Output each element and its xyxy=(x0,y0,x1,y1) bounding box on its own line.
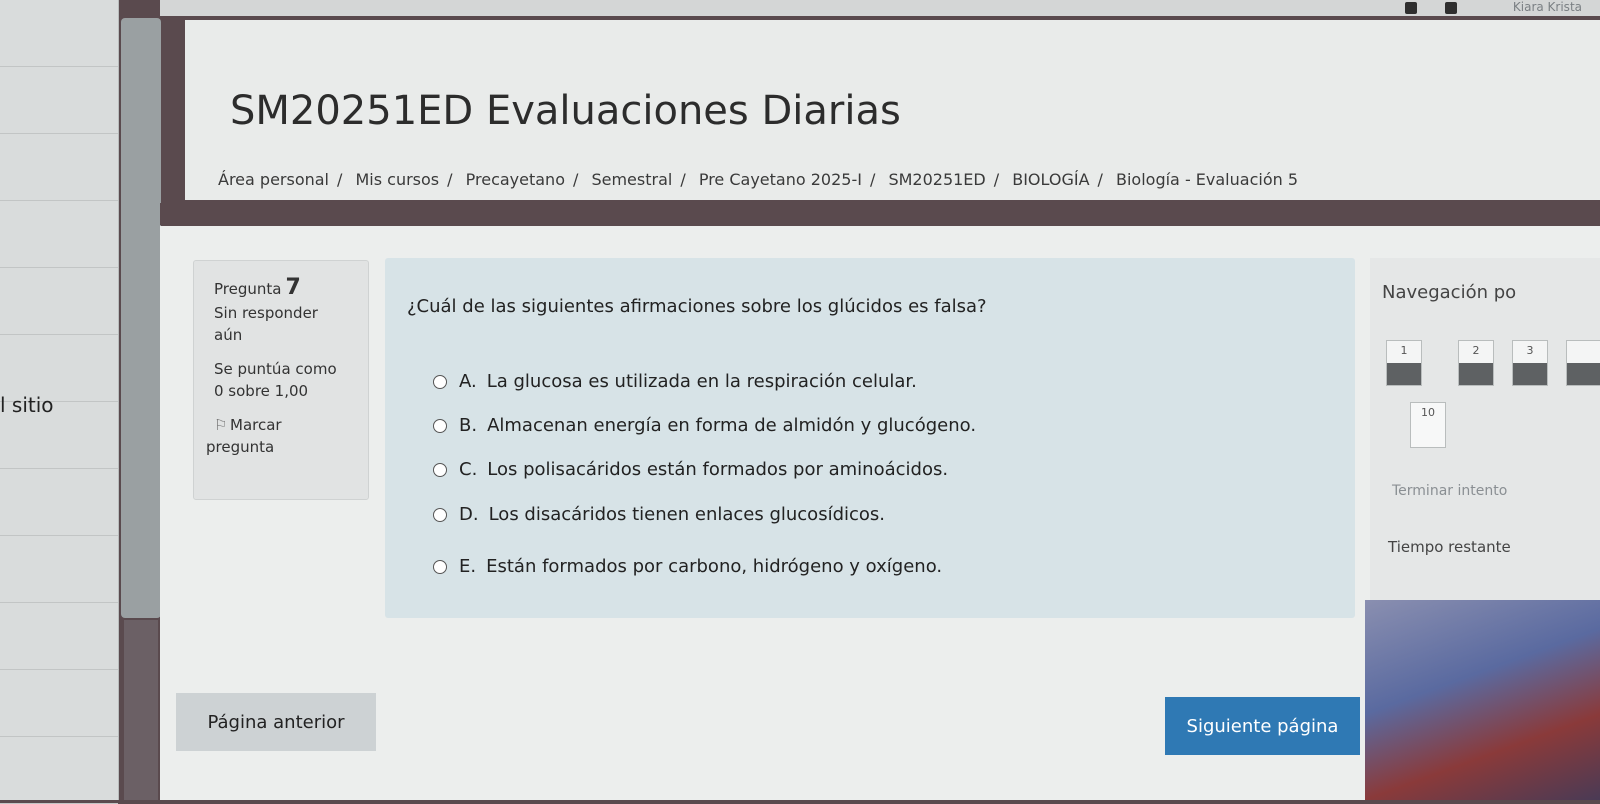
page-title: SM20251ED Evaluaciones Diarias xyxy=(230,88,901,134)
breadcrumb-item[interactable]: Mis cursos xyxy=(355,170,439,189)
breadcrumb-item[interactable]: Semestral xyxy=(591,170,672,189)
breadcrumb-item[interactable]: Biología - Evaluación 5 xyxy=(1116,170,1298,189)
drawer-row[interactable] xyxy=(0,67,118,134)
nav-question-button[interactable]: 3 xyxy=(1512,340,1548,386)
answer-option[interactable]: B. Almacenan energía en forma de almidón… xyxy=(433,415,976,436)
header-divider xyxy=(160,203,1600,225)
drawer-row[interactable] xyxy=(0,268,118,335)
breadcrumb-item[interactable]: BIOLOGÍA xyxy=(1012,170,1089,189)
breadcrumb-item[interactable]: Área personal xyxy=(218,170,329,189)
question-score: Se puntúa como xyxy=(214,360,337,378)
question-status: Sin responder xyxy=(214,304,318,322)
answer-option[interactable]: C. Los polisacáridos están formados por … xyxy=(433,459,948,480)
drawer-row[interactable] xyxy=(0,536,118,603)
drawer-row[interactable] xyxy=(0,737,118,804)
question-status: aún xyxy=(214,326,243,344)
answer-option[interactable]: D. Los disacáridos tienen enlaces glucos… xyxy=(433,504,885,525)
left-drawer: l sitio xyxy=(0,0,119,804)
radio-button[interactable] xyxy=(433,559,447,574)
question-text: ¿Cuál de las siguientes afirmaciones sob… xyxy=(407,296,987,317)
flag-question-link[interactable]: pregunta xyxy=(206,438,368,456)
nav-question-button[interactable]: 10 xyxy=(1410,402,1446,448)
user-menu[interactable]: Kiara Krista xyxy=(1513,0,1582,14)
drawer-scrollbar[interactable] xyxy=(121,18,161,618)
breadcrumb-item[interactable]: Precayetano xyxy=(466,170,565,189)
finish-attempt-link[interactable]: Terminar intento xyxy=(1392,483,1507,499)
message-icon[interactable] xyxy=(1445,2,1457,14)
nav-question-button[interactable] xyxy=(1566,340,1600,386)
radio-button[interactable] xyxy=(433,507,447,522)
page-header: SM20251ED Evaluaciones Diarias Área pers… xyxy=(185,20,1600,200)
radio-button[interactable] xyxy=(433,418,447,433)
quiz-navigation-panel: Navegación po 1 2 3 10 Terminar intento … xyxy=(1370,258,1600,618)
next-page-button[interactable]: Siguiente página xyxy=(1165,697,1360,755)
flag-question-link[interactable]: ⚐ Marcar xyxy=(214,416,368,434)
drawer-scroll-track xyxy=(124,620,158,800)
answer-option[interactable]: A. La glucosa es utilizada en la respira… xyxy=(433,371,917,392)
question-info-panel: Pregunta 7 Sin responder aún Se puntúa co… xyxy=(193,260,369,500)
top-navbar: Kiara Krista xyxy=(160,0,1600,16)
drawer-row[interactable] xyxy=(0,469,118,536)
background-image xyxy=(1365,600,1600,800)
drawer-row[interactable] xyxy=(0,603,118,670)
question-box: ¿Cuál de las siguientes afirmaciones sob… xyxy=(385,258,1355,618)
drawer-row[interactable] xyxy=(0,0,118,67)
breadcrumb: Área personal / Mis cursos / Precayetano / … xyxy=(218,170,1299,189)
time-left-label: Tiempo restante xyxy=(1388,538,1511,556)
flag-icon: ⚐ xyxy=(214,416,228,434)
drawer-site-label[interactable]: l sitio xyxy=(0,393,54,417)
question-number: Pregunta 7 xyxy=(214,275,301,300)
answer-option[interactable]: E. Están formados por carbono, hidrógeno… xyxy=(433,556,942,577)
radio-button[interactable] xyxy=(433,374,447,389)
radio-button[interactable] xyxy=(433,462,447,477)
previous-page-button[interactable]: Página anterior xyxy=(176,693,376,751)
nav-question-button[interactable]: 1 xyxy=(1386,340,1422,386)
breadcrumb-item[interactable]: Pre Cayetano 2025-I xyxy=(699,170,862,189)
quiz-navigation-title: Navegación po xyxy=(1382,282,1517,303)
notification-icon[interactable] xyxy=(1405,2,1417,14)
drawer-row[interactable] xyxy=(0,201,118,268)
drawer-row[interactable] xyxy=(0,134,118,201)
breadcrumb-item[interactable]: SM20251ED xyxy=(888,170,985,189)
drawer-row[interactable] xyxy=(0,335,118,402)
question-score: 0 sobre 1,00 xyxy=(214,382,309,400)
nav-question-button[interactable]: 2 xyxy=(1458,340,1494,386)
drawer-row[interactable] xyxy=(0,670,118,737)
